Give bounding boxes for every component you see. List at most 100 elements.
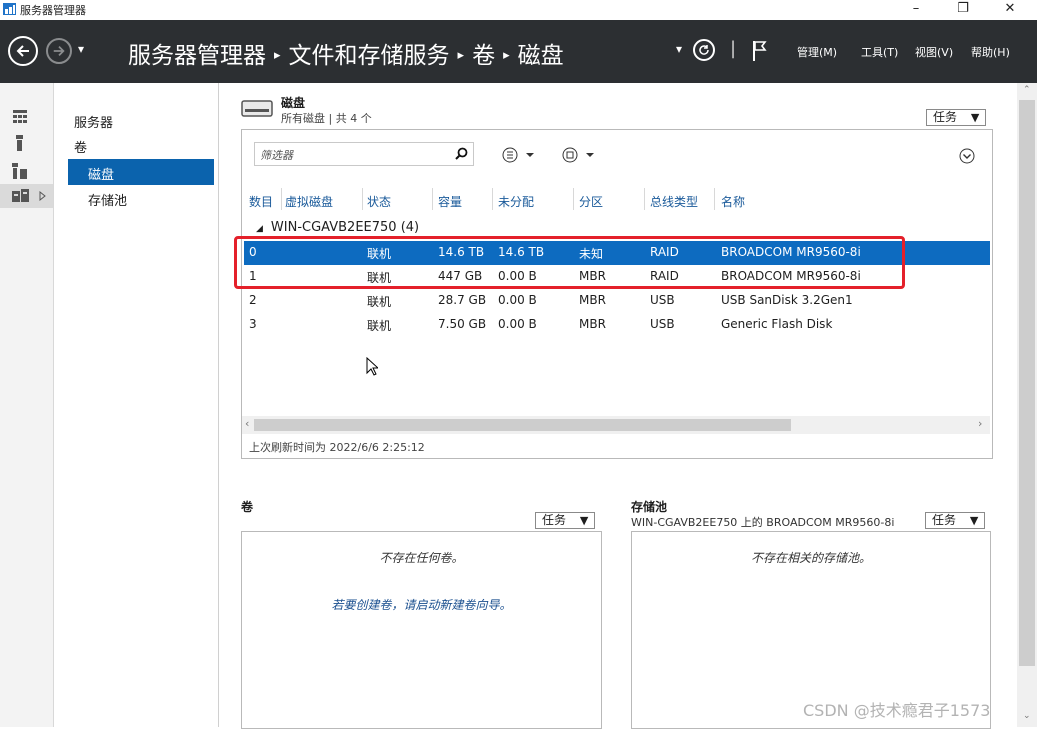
forward-arrow-icon <box>53 46 65 56</box>
disks-panel: 筛选器 数目 虚拟磁盘 状态 容量 未分配 分区 总线类型 名称 ◢ WIN-CG… <box>241 129 993 459</box>
history-dropdown-icon[interactable]: ▾ <box>78 42 84 56</box>
cell-number: 3 <box>249 317 257 331</box>
menu-view[interactable]: 视图(V) <box>915 44 953 60</box>
close-button[interactable]: ✕ <box>990 0 1030 20</box>
column-header-bus-type[interactable]: 总线类型 <box>650 193 698 210</box>
column-header-virtual-disk[interactable]: 虚拟磁盘 <box>285 193 333 210</box>
horizontal-scrollbar[interactable]: ‹ › <box>242 416 990 434</box>
column-divider <box>573 188 574 210</box>
server-manager-app-icon <box>3 3 16 15</box>
horizontal-scroll-thumb[interactable] <box>254 419 791 431</box>
notifications-flag-icon[interactable] <box>752 40 770 62</box>
column-header-unallocated[interactable]: 未分配 <box>498 193 534 210</box>
left-icon-bar <box>0 83 54 727</box>
column-header-capacity[interactable]: 容量 <box>438 193 462 210</box>
column-divider <box>432 188 433 210</box>
table-row[interactable]: 3 联机 7.50 GB 0.00 B MBR USB Generic Flash Disk <box>244 313 990 337</box>
menu-tools[interactable]: 工具(T) <box>861 44 898 60</box>
breadcrumb-separator-icon: ▸ <box>503 48 510 63</box>
volumes-empty-message: 不存在任何卷。 <box>379 551 464 565</box>
column-header-status[interactable]: 状态 <box>367 193 391 210</box>
volumes-section-title: 卷 <box>241 500 254 514</box>
column-divider <box>281 188 282 210</box>
disks-count-subtitle: 所有磁盘 | 共 4 个 <box>281 112 372 125</box>
column-divider <box>714 188 715 210</box>
storage-pools-subtitle: WIN-CGAVB2EE750 上的 BROADCOM MR9560-8i <box>631 516 895 529</box>
back-arrow-icon <box>16 45 29 57</box>
last-refresh-text: 上次刷新时间为 2022/6/6 2:25:12 <box>249 441 425 454</box>
breadcrumb-item-server-manager[interactable]: 服务器管理器 <box>128 43 266 69</box>
local-server-icon[interactable] <box>16 135 23 151</box>
column-divider <box>492 188 493 210</box>
nav-item-storage-pools[interactable]: 存储池 <box>88 190 127 209</box>
server-group-label: WIN-CGAVB2EE750 (4) <box>270 220 420 235</box>
storage-pools-section-title: 存储池 <box>631 500 668 514</box>
cell-name: USB SanDisk 3.2Gen1 <box>721 293 853 307</box>
disk-icon <box>241 100 273 117</box>
refresh-icon <box>699 45 709 55</box>
nav-item-disks-selected[interactable]: 磁盘 <box>68 159 214 185</box>
all-servers-icon[interactable] <box>12 163 28 179</box>
cell-bus-type: USB <box>650 293 675 307</box>
cell-unallocated: 0.00 B <box>498 317 537 331</box>
cell-capacity: 7.50 GB <box>438 317 487 331</box>
storage-pools-tasks-button[interactable]: 任务 ▼ <box>925 512 986 529</box>
header-bar: ▾ 服务器管理器 ▸ 文件和存储服务 ▸ 卷 ▸ 磁盘 ▾ | 管理(M) 工具(T) 视图… <box>0 20 1037 83</box>
volumes-tasks-button[interactable]: 任务 ▼ <box>535 512 596 529</box>
column-divider <box>362 188 363 210</box>
column-header-partition[interactable]: 分区 <box>579 193 603 210</box>
file-storage-nav-item[interactable] <box>0 184 53 208</box>
cell-partition: MBR <box>579 317 606 331</box>
cell-partition: MBR <box>579 293 606 307</box>
refresh-button[interactable] <box>693 39 715 61</box>
tasks-dropdown-icon: ▼ <box>579 514 589 527</box>
filter-placeholder: 筛选器 <box>260 149 293 162</box>
minimize-button[interactable]: – <box>896 0 936 20</box>
highlight-annotation-box <box>234 236 905 289</box>
nav-item-volumes[interactable]: 卷 <box>74 137 87 156</box>
volumes-panel: 不存在任何卷。 若要创建卷，请启动新建卷向导。 <box>241 531 602 729</box>
breadcrumb-dropdown-icon[interactable]: ▾ <box>676 42 682 56</box>
table-row[interactable]: 2 联机 28.7 GB 0.00 B MBR USB USB SanDisk 3.2Gen… <box>244 289 990 313</box>
list-view-options-icon[interactable] <box>502 147 538 163</box>
tasks-label: 任务 <box>932 513 957 527</box>
tasks-dropdown-icon: ▼ <box>969 514 979 527</box>
dashboard-icon[interactable] <box>13 110 27 123</box>
scroll-down-arrow-icon[interactable]: ⌄ <box>1023 711 1031 721</box>
watermark-text: CSDN @技术瘾君子1573 <box>803 701 991 720</box>
breadcrumb: 服务器管理器 ▸ 文件和存储服务 ▸ 卷 ▸ 磁盘 <box>128 36 564 70</box>
cell-bus-type: USB <box>650 317 675 331</box>
cell-name: Generic Flash Disk <box>721 317 833 331</box>
window-titlebar: 服务器管理器 – ❐ ✕ <box>0 0 1037 20</box>
restore-button[interactable]: ❐ <box>943 0 983 20</box>
vertical-scroll-thumb[interactable] <box>1019 100 1035 666</box>
forward-button[interactable] <box>46 38 72 64</box>
scroll-left-arrow-icon[interactable]: ‹ <box>245 417 249 430</box>
header-divider: | <box>730 38 737 59</box>
nav-item-servers[interactable]: 服务器 <box>74 112 113 131</box>
navigation-pane: 服务器 卷 磁盘 存储池 <box>54 83 219 727</box>
scroll-up-arrow-icon[interactable]: ⌃ <box>1023 85 1031 95</box>
disks-tasks-button[interactable]: 任务 ▼ <box>926 109 987 126</box>
breadcrumb-separator-icon: ▸ <box>457 48 465 63</box>
column-header-name[interactable]: 名称 <box>721 193 745 210</box>
breadcrumb-item-disks: 磁盘 <box>517 43 564 69</box>
server-group-header[interactable]: ◢ WIN-CGAVB2EE750 (4) <box>256 220 419 235</box>
filter-input[interactable]: 筛选器 <box>254 142 474 166</box>
window-title: 服务器管理器 <box>20 4 86 17</box>
column-divider <box>644 188 645 210</box>
menu-manage[interactable]: 管理(M) <box>797 44 837 60</box>
save-query-icon[interactable] <box>562 147 598 163</box>
mouse-cursor-icon <box>366 357 378 376</box>
menu-help[interactable]: 帮助(H) <box>971 44 1010 60</box>
back-button[interactable] <box>8 36 38 66</box>
tasks-label: 任务 <box>933 110 958 124</box>
breadcrumb-item-file-storage[interactable]: 文件和存储服务 <box>289 43 450 69</box>
breadcrumb-item-volumes[interactable]: 卷 <box>472 43 495 69</box>
search-icon[interactable] <box>455 147 468 160</box>
column-header-number[interactable]: 数目 <box>249 193 273 210</box>
scroll-right-arrow-icon[interactable]: › <box>978 417 982 430</box>
new-volume-wizard-link[interactable]: 若要创建卷，请启动新建卷向导。 <box>242 596 601 613</box>
collapse-chevron-icon[interactable] <box>959 148 975 164</box>
nav-item-disks: 磁盘 <box>88 168 115 183</box>
